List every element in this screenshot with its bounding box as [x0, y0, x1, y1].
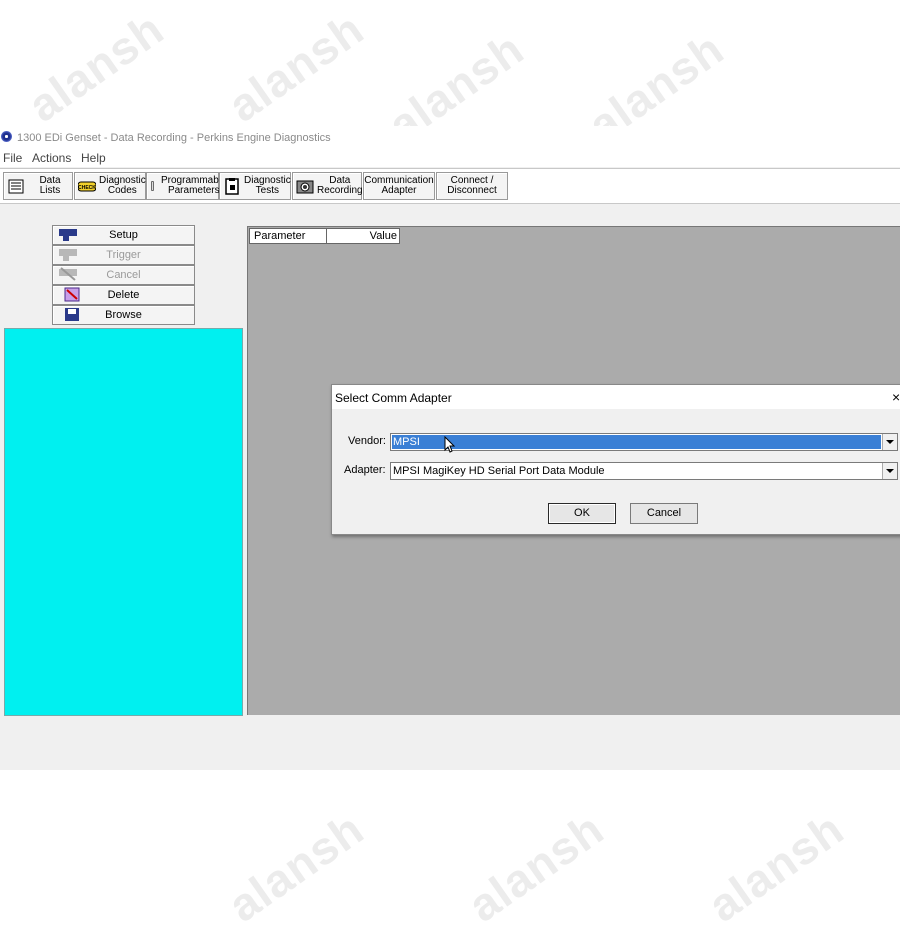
wrench-icon	[151, 181, 154, 191]
cancel-label: Cancel	[106, 269, 141, 281]
clipboard-icon	[225, 178, 239, 195]
browse-button[interactable]: Browse	[52, 305, 195, 325]
toolbar-label: Programmable Parameters	[161, 175, 227, 196]
adapter-select[interactable]: MPSI MagiKey HD Serial Port Data Module	[390, 462, 898, 480]
watermark-text: alansh	[218, 802, 373, 932]
toolbar-label: Connect / Disconnect	[447, 175, 497, 196]
toolbar-label: Data Lists	[39, 175, 61, 196]
vendor-value: MPSI	[393, 436, 420, 448]
adapter-label: Adapter:	[344, 464, 386, 476]
main-toolbar: Data Lists CHECK Diagnostic Codes Progra…	[0, 168, 900, 204]
toolbar-connect-disconnect-button[interactable]: Connect / Disconnect	[436, 172, 508, 200]
ok-button[interactable]: OK	[548, 503, 616, 524]
dialog-title-bar: Select Comm Adapter ×	[332, 385, 900, 409]
toolbar-communication-adapter-button[interactable]: Communication Adapter	[363, 172, 435, 200]
camera-icon	[296, 180, 314, 194]
toolbar-data-recording-button[interactable]: Data Recording	[292, 172, 363, 200]
toolbar-programmable-parameters-button[interactable]: Programmable Parameters	[146, 172, 227, 200]
menu-actions[interactable]: Actions	[32, 151, 71, 165]
toolbar-label: Data Recording	[317, 175, 363, 196]
column-header-value[interactable]: Value	[326, 228, 400, 244]
cancel-recording-button[interactable]: Cancel	[52, 265, 195, 285]
app-logo-icon	[1, 131, 12, 142]
watermark-text: alansh	[698, 802, 853, 932]
select-comm-adapter-dialog: Select Comm Adapter × Vendor: MPSI Adapt…	[331, 384, 900, 535]
data-lists-icon	[8, 179, 24, 194]
menu-bar: File Actions Help	[0, 148, 900, 167]
watermark-text: alansh	[18, 2, 173, 132]
toolbar-label: Diagnostic Tests	[244, 175, 291, 196]
menu-help[interactable]: Help	[81, 151, 106, 165]
watermark-text: alansh	[218, 2, 373, 132]
setup-label: Setup	[109, 229, 138, 241]
toolbar-diagnostic-codes-button[interactable]: CHECK Diagnostic Codes	[74, 172, 146, 200]
close-icon[interactable]: ×	[892, 389, 900, 405]
column-header-parameter[interactable]: Parameter	[249, 228, 327, 244]
browse-label: Browse	[105, 309, 142, 321]
watermark-text: alansh	[458, 802, 613, 932]
svg-text:CHECK: CHECK	[78, 185, 96, 191]
window-title: 1300 EDi Genset - Data Recording - Perki…	[17, 132, 331, 144]
check-engine-icon: CHECK	[78, 181, 96, 192]
delete-label: Delete	[107, 289, 140, 301]
trigger-button[interactable]: Trigger	[52, 245, 195, 265]
vendor-selection-highlight	[392, 435, 881, 449]
toolbar-diagnostic-tests-button[interactable]: Diagnostic Tests	[219, 172, 291, 200]
recording-list-panel[interactable]	[4, 328, 243, 716]
vendor-label: Vendor:	[348, 435, 386, 447]
setup-button[interactable]: Setup	[52, 225, 195, 245]
toolbar-data-lists-button[interactable]: Data Lists	[3, 172, 73, 200]
vendor-select[interactable]: MPSI	[390, 433, 898, 451]
toolbar-label: Communication Adapter	[364, 175, 434, 196]
dialog-title: Select Comm Adapter	[335, 391, 452, 405]
adapter-value: MPSI MagiKey HD Serial Port Data Module	[393, 465, 605, 477]
chevron-down-icon[interactable]	[882, 434, 897, 450]
toolbar-label: Diagnostic Codes	[99, 175, 146, 196]
chevron-down-icon[interactable]	[882, 463, 897, 479]
mouse-cursor-icon	[444, 436, 456, 453]
trigger-label: Trigger	[106, 249, 141, 261]
delete-button[interactable]: Delete	[52, 285, 195, 305]
menu-file[interactable]: File	[3, 151, 22, 165]
title-bar: 1300 EDi Genset - Data Recording - Perki…	[0, 126, 900, 148]
cancel-button[interactable]: Cancel	[630, 503, 698, 524]
